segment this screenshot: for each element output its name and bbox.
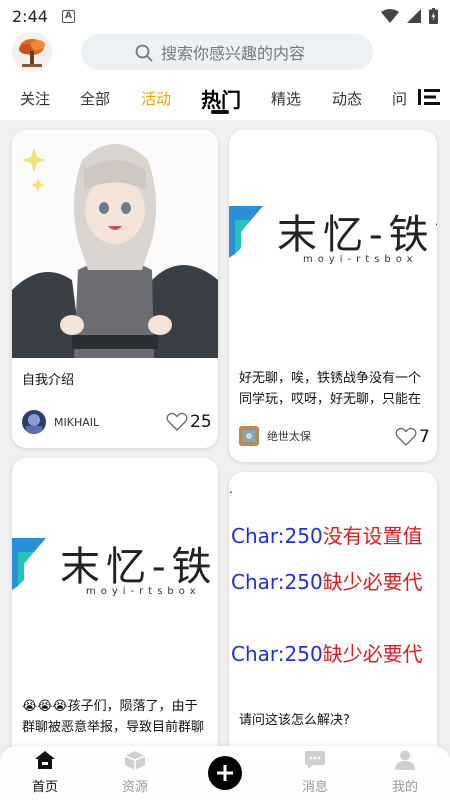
home-icon	[35, 751, 55, 769]
header: 搜索你感兴趣的内容	[0, 30, 450, 76]
search-placeholder: 搜索你感兴趣的内容	[161, 44, 306, 63]
status-bar: 2:44 A	[0, 0, 450, 32]
tree-logo-icon	[12, 32, 52, 72]
like-counter[interactable]: 25	[166, 412, 212, 432]
chat-bubble-icon	[305, 751, 325, 769]
banner-subtitle: moyi-rtsbox	[303, 254, 418, 265]
error-line: Char:250没有设置值	[231, 520, 423, 549]
add-post-button[interactable]	[208, 756, 242, 790]
post-title: 请问这该怎么解决?	[239, 713, 350, 728]
post-title: 自我介绍	[22, 373, 75, 388]
tab-moments[interactable]: 动态	[332, 88, 362, 109]
tab-menu-icon[interactable]	[418, 86, 440, 108]
nav-home-label: 首页	[31, 780, 58, 795]
post-card[interactable]: 末忆-铁锈 moyi-rtsbox 好无聊，唉，铁锈战争没有一个 同学玩，哎呀，…	[229, 130, 437, 462]
nav-resources-label: 资源	[121, 780, 148, 795]
tab-featured[interactable]: 精选	[271, 88, 301, 109]
heart-icon	[395, 427, 417, 446]
post-title-line: 同学玩，哎呀，好无聊，只能在	[239, 392, 422, 407]
bottom-navigation: 首页 资源 消息 我的	[0, 746, 450, 800]
plus-icon	[217, 765, 233, 781]
heart-icon	[166, 412, 188, 431]
author-avatar	[22, 410, 46, 434]
banner-title: 末忆-铁锈	[60, 544, 218, 590]
box-icon	[124, 751, 146, 770]
like-count: 25	[190, 412, 212, 432]
wifi-icon	[381, 9, 399, 23]
tab-events[interactable]: 活动	[141, 88, 171, 109]
error-line: Char:250缺少必要代	[231, 638, 423, 667]
nav-profile-label: 我的	[391, 780, 418, 795]
tab-hot[interactable]: 热门	[201, 84, 241, 113]
post-card[interactable]: . Char:250没有设置值 Char:250缺少必要代 Char:250缺少…	[229, 472, 437, 762]
nav-messages-label: 消息	[301, 780, 328, 795]
search-icon	[135, 44, 153, 62]
image-artifact-dot: .	[229, 482, 233, 496]
like-count: 7	[419, 427, 430, 447]
error-line: Char:250缺少必要代	[231, 566, 423, 595]
post-image-banner: 末忆-铁锈 moyi-rtsbox	[12, 516, 218, 646]
error-message: 没有设置值	[322, 524, 423, 548]
notification-a-icon: A	[61, 9, 75, 23]
nav-profile[interactable]: 我的	[375, 750, 435, 795]
post-image-anime-girl	[12, 130, 218, 358]
nav-messages[interactable]: 消息	[285, 750, 345, 795]
person-icon	[395, 750, 415, 770]
post-author[interactable]: 绝世太保	[239, 426, 311, 446]
nav-home[interactable]: 首页	[15, 750, 75, 795]
author-name: 绝世太保	[267, 430, 311, 443]
category-tabs: 关注 全部 活动 热门 精选 动态 问	[0, 80, 450, 118]
error-code: Char:250	[231, 570, 323, 594]
active-tab-indicator	[211, 110, 229, 114]
author-name: MIKHAIL	[54, 415, 100, 429]
post-author[interactable]: MIKHAIL	[22, 410, 99, 434]
search-bar[interactable]: 搜索你感兴趣的内容	[81, 34, 373, 70]
battery-icon	[429, 8, 438, 24]
post-title-line: 😭😭😭孩子们，陨落了，由于	[22, 699, 198, 714]
like-counter[interactable]: 7	[395, 427, 430, 447]
error-code: Char:250	[231, 524, 323, 548]
banner-title: 末忆-铁锈	[277, 212, 437, 258]
banner-logo-icon	[229, 206, 263, 258]
post-card[interactable]: 末忆-铁锈 moyi-rtsbox 😭😭😭孩子们，陨落了，由于 群聊被恶意举报，…	[12, 458, 218, 758]
author-avatar	[239, 426, 259, 446]
nav-resources[interactable]: 资源	[105, 750, 165, 795]
tab-follow[interactable]: 关注	[20, 88, 50, 109]
tab-all[interactable]: 全部	[80, 88, 110, 109]
banner-logo-icon	[12, 538, 46, 590]
banner-subtitle: moyi-rtsbox	[86, 586, 201, 597]
error-code: Char:250	[231, 642, 323, 666]
post-title-line: 群聊被恶意举报，导致目前群聊	[22, 720, 205, 735]
post-feed[interactable]: 自我介绍 MIKHAIL 25 末忆-铁锈 moyi-rtsbox 好无聊，唉，…	[0, 120, 450, 800]
tab-questions[interactable]: 问	[392, 88, 407, 109]
signal-icon	[407, 9, 421, 23]
error-message: 缺少必要代	[322, 570, 423, 594]
post-image-banner: 末忆-铁锈 moyi-rtsbox	[229, 184, 437, 314]
post-title-line: 好无聊，唉，铁锈战争没有一个	[239, 371, 422, 386]
error-message: 缺少必要代	[322, 642, 423, 666]
app-logo-avatar[interactable]	[12, 32, 52, 72]
post-card[interactable]: 自我介绍 MIKHAIL 25	[12, 130, 218, 448]
status-time: 2:44	[12, 6, 48, 26]
